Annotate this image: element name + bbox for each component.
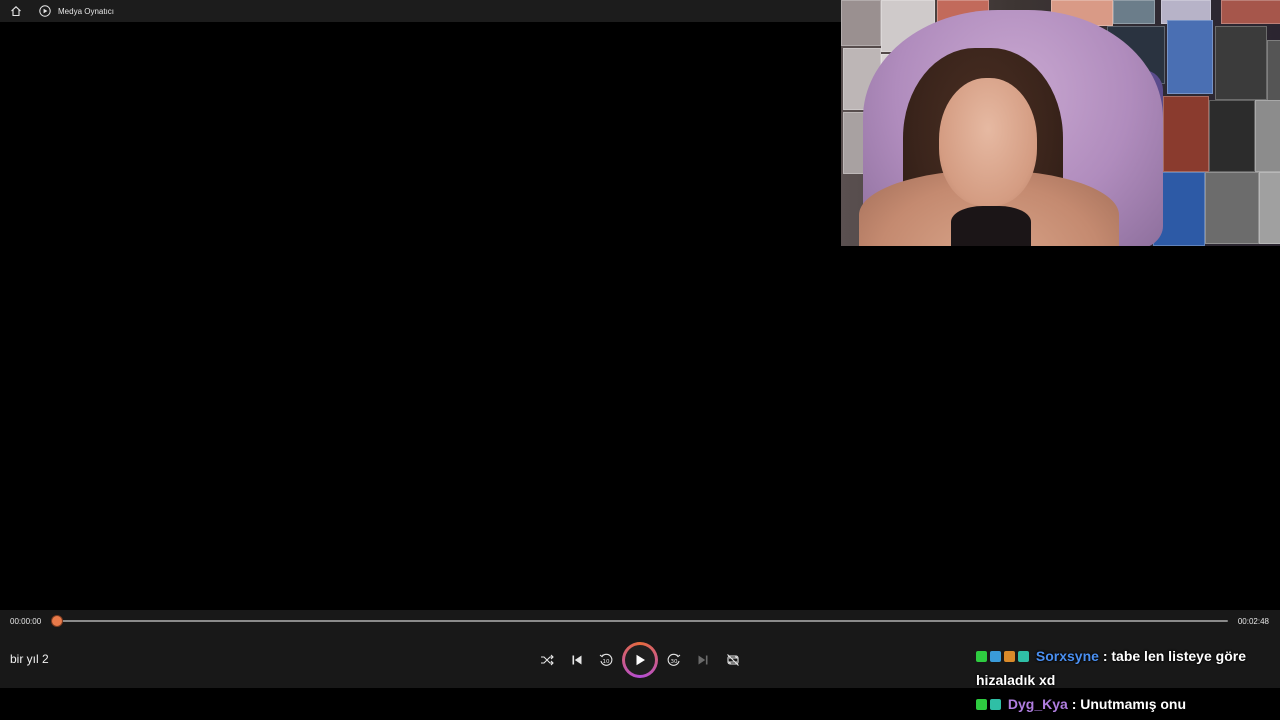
forward-30-button[interactable]: 30: [665, 651, 683, 669]
chat-username[interactable]: Sorxsyne: [1036, 648, 1099, 664]
play-button[interactable]: [622, 642, 658, 678]
previous-button[interactable]: [568, 651, 586, 669]
chat-username[interactable]: Dyg_Kya: [1008, 696, 1068, 712]
chat-overlay: Sorxsyne : tabe len listeye göre hizalad…: [976, 644, 1276, 716]
chat-text: : Unutmamış onu: [1071, 696, 1187, 712]
svg-text:10: 10: [603, 659, 610, 665]
svg-text:30: 30: [671, 659, 678, 665]
badge-icon: [976, 699, 987, 710]
rewind-10-button[interactable]: 10: [597, 651, 615, 669]
next-button[interactable]: [694, 651, 712, 669]
shuffle-icon: [541, 654, 554, 666]
previous-icon: [572, 655, 582, 665]
chat-text: : tabe len listeye göre hizaladık xd: [976, 648, 1246, 688]
badge-icon: [990, 699, 1001, 710]
home-icon[interactable]: [8, 3, 24, 19]
current-time: 00:00:00: [10, 617, 42, 626]
chat-message: Sorxsyne : tabe len listeye göre hizalad…: [976, 644, 1276, 692]
seek-thumb[interactable]: [52, 616, 62, 626]
track-title: bir yıl 2: [10, 652, 49, 666]
app-title: Medya Oynatıcı: [58, 6, 115, 16]
repeat-button[interactable]: [724, 651, 742, 669]
total-time: 00:02:48: [1237, 617, 1269, 626]
rewind-10-icon: 10: [599, 653, 613, 666]
next-icon: [698, 655, 708, 665]
badge-icon: [1018, 651, 1029, 662]
shuffle-button[interactable]: [538, 651, 556, 669]
webcam-overlay: [841, 0, 1280, 246]
repeat-off-icon: [727, 654, 739, 666]
media-player-icon: [38, 4, 52, 18]
play-icon: [636, 654, 645, 666]
chat-message: Dyg_Kya : Unutmamış onu: [976, 692, 1276, 716]
badge-icon: [990, 651, 1001, 662]
seek-bar[interactable]: [57, 620, 1228, 622]
badge-icon: [1004, 651, 1015, 662]
forward-30-icon: 30: [667, 653, 681, 666]
badge-icon: [976, 651, 987, 662]
